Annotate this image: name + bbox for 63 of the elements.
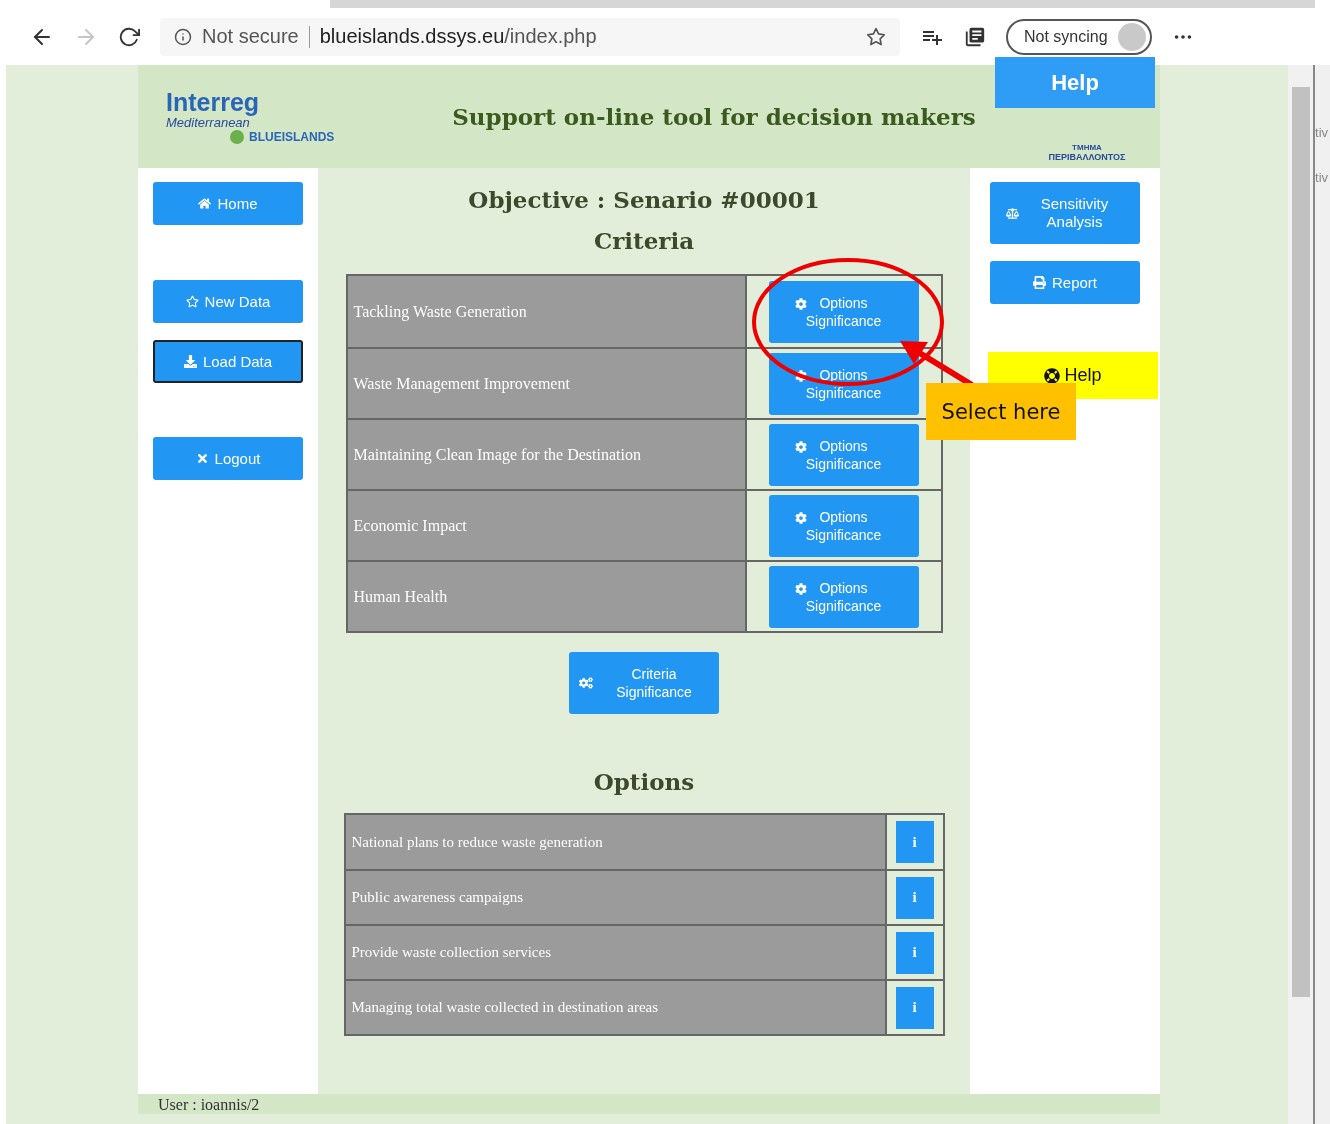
logo-name: Interreg: [166, 89, 261, 115]
printer-icon: [1033, 276, 1046, 289]
options-significance-button[interactable]: Options Significance: [768, 494, 919, 557]
nav-button[interactable]: Load Data: [153, 340, 303, 383]
options-significance-button[interactable]: Options Significance: [768, 423, 919, 486]
criterion-cell: Human Health: [347, 562, 747, 631]
help-banner: Help: [995, 57, 1155, 108]
logo-project: BLUEISLANDS: [249, 130, 335, 144]
info-icon: [174, 27, 192, 46]
star-icon[interactable]: [866, 26, 886, 47]
options-significance-button[interactable]: Options Significance: [768, 565, 919, 628]
gear-icon: [794, 297, 807, 310]
cut-off-text: tiv: [1315, 170, 1330, 185]
nav-button[interactable]: Home: [153, 182, 303, 225]
scrollbar[interactable]: [1288, 65, 1314, 1124]
info-button[interactable]: i: [895, 931, 934, 974]
partner-line: ΤΜΗΜΑ: [1072, 142, 1102, 152]
nav-button[interactable]: New Data: [153, 280, 303, 323]
option-cell: National plans to reduce waste generation: [345, 815, 887, 869]
nav-button[interactable]: Logout: [153, 437, 303, 480]
collections-icon[interactable]: [964, 25, 986, 48]
address-bar[interactable]: Not secure blueislands.dssys.eu/index.php: [160, 17, 900, 56]
security-label: Not secure: [202, 25, 299, 48]
close-icon: [195, 452, 209, 465]
criterion-cell: Waste Management Improvement: [347, 349, 747, 418]
action-button[interactable]: Sensitivity Analysis: [990, 182, 1140, 244]
cut-off-text: tiv: [1315, 125, 1330, 140]
sync-button[interactable]: Not syncing: [1006, 18, 1152, 55]
avatar-icon: [1117, 22, 1146, 51]
objective-title: Objective : Senario #00001: [468, 186, 820, 213]
logo-region: Mediterranean: [166, 115, 250, 130]
criterion-cell: Maintaining Clean Image for the Destination: [347, 420, 747, 489]
download-icon: [183, 355, 197, 368]
criterion-cell: Tackling Waste Generation: [347, 276, 747, 347]
reload-icon[interactable]: [118, 25, 140, 48]
gears-icon: [579, 676, 593, 690]
page-title: Support on-line tool for decision makers: [451, 103, 977, 130]
section-heading: Options: [593, 768, 695, 795]
lifebuoy-icon: [1044, 367, 1061, 384]
gear-icon: [794, 511, 807, 524]
gear-icon: [794, 582, 807, 595]
select-here-tooltip: Select here: [926, 383, 1076, 440]
criterion-cell: Economic Impact: [347, 491, 747, 560]
section-heading: Criteria: [593, 227, 695, 254]
home-icon: [198, 197, 212, 210]
star-icon: [185, 295, 199, 308]
user-footer: User : ioannis/2: [138, 1094, 1160, 1114]
criteria-significance-button[interactable]: Criteria Significance: [569, 652, 719, 714]
options-significance-button[interactable]: Options Significance: [768, 280, 919, 343]
option-cell: Provide waste collection services: [345, 926, 887, 979]
action-button[interactable]: Report: [990, 261, 1140, 304]
option-cell: Public awareness campaigns: [345, 871, 887, 924]
partner-line: ΠΕΡΙΒΑΛΛΟΝΤΟΣ: [1048, 151, 1126, 162]
gear-icon: [794, 440, 807, 453]
option-cell: Managing total waste collected in destination areas: [345, 981, 887, 1034]
info-button[interactable]: i: [895, 821, 934, 863]
url-text: blueislands.dssys.eu/index.php: [319, 25, 597, 48]
gear-icon: [794, 369, 807, 382]
options-significance-button[interactable]: Options Significance: [768, 352, 919, 415]
info-button[interactable]: i: [895, 876, 934, 919]
info-button[interactable]: i: [895, 986, 934, 1029]
scale-icon: [1005, 206, 1019, 220]
leaf-icon: [230, 130, 244, 144]
